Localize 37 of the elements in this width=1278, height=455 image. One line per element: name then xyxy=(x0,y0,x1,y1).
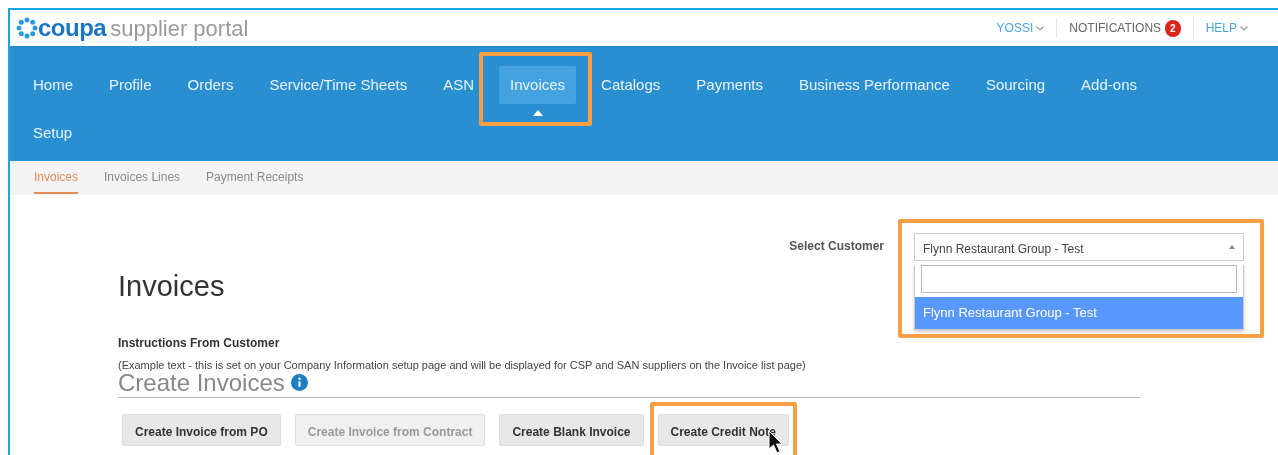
chevron-down-icon xyxy=(1036,25,1045,31)
nav-tab[interactable]: Sourcing xyxy=(974,66,1057,104)
nav-tab[interactable]: Add-ons xyxy=(1070,66,1148,104)
instructions-text: (Example text - this is set on your Company Information setup page and will be displayed for CSP and SAN suppliers on the Invoice list page) xyxy=(118,359,807,371)
action-button[interactable]: Create Invoice from PO xyxy=(122,413,281,446)
nav-tab[interactable]: Invoices xyxy=(499,66,577,104)
info-icon[interactable] xyxy=(290,374,308,391)
section-title: Create Invoices xyxy=(118,370,285,395)
nav-tab[interactable]: Business Performance xyxy=(788,66,961,104)
notifications-link[interactable]: NOTIFICATIONS xyxy=(1069,19,1162,37)
caret-up-icon xyxy=(532,110,543,116)
help-menu[interactable]: HELP xyxy=(1205,19,1237,37)
notification-count: 2 xyxy=(1165,19,1181,37)
subnav-tab[interactable]: Invoices xyxy=(34,162,79,194)
customer-dropdown[interactable]: Flynn Restaurant Group - Test xyxy=(914,233,1244,261)
nav-tab[interactable]: Home xyxy=(22,66,84,104)
chevron-down-icon xyxy=(1240,25,1248,31)
nav-tab[interactable]: Payments xyxy=(685,66,774,104)
nav-tab[interactable]: ASN xyxy=(432,66,486,104)
search-field[interactable] xyxy=(921,265,1237,293)
subnav-tab[interactable]: Payment Receipts xyxy=(206,162,304,194)
field-label: Select Customer xyxy=(789,238,884,255)
subnav-tab[interactable]: Invoices Lines xyxy=(104,162,181,194)
nav-tab[interactable]: Setup xyxy=(22,114,84,152)
nav-tab[interactable]: Catalogs xyxy=(590,66,672,104)
nav-tab[interactable]: Service/Time Sheets xyxy=(258,66,419,104)
user-menu[interactable]: YOSSI xyxy=(996,19,1034,37)
page-title: Invoices xyxy=(118,269,225,304)
action-button[interactable]: Create Blank Invoice xyxy=(499,413,644,446)
caret-icon xyxy=(1229,245,1235,249)
nav-tab[interactable]: Orders xyxy=(176,66,245,104)
logo-subtitle: supplier portal xyxy=(110,14,249,43)
logo-icon xyxy=(16,17,38,39)
nav-tab[interactable]: Profile xyxy=(98,66,163,104)
section-heading: Instructions From Customer xyxy=(118,334,281,352)
logo-wordmark: coupa xyxy=(38,13,107,43)
dropdown-option[interactable]: Flynn Restaurant Group - Test xyxy=(915,297,1243,329)
